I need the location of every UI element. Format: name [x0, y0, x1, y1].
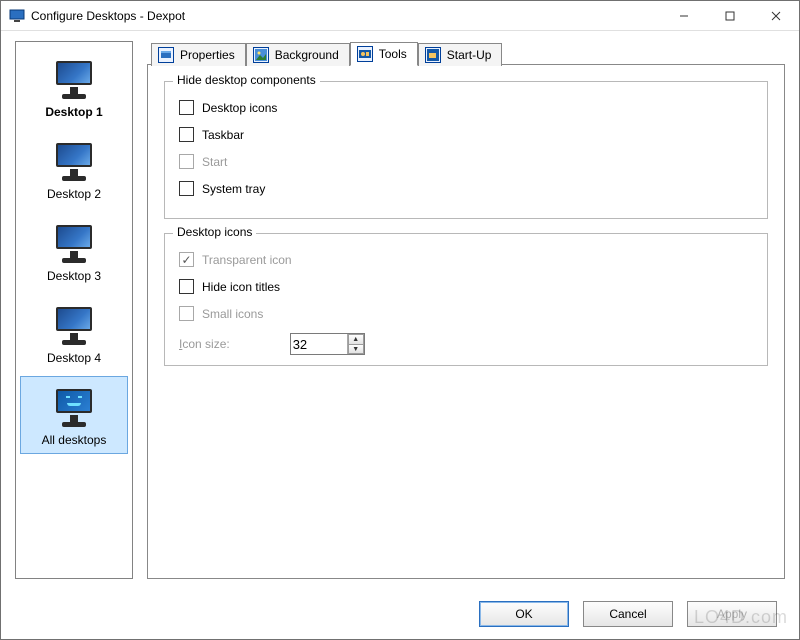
- tab-background[interactable]: Background: [246, 43, 350, 66]
- checkbox-row-start: Start: [179, 154, 753, 169]
- sidebar-item-label: Desktop 4: [47, 351, 101, 365]
- icon-size-label: Icon size:: [179, 337, 230, 351]
- spin-up-button[interactable]: ▲: [348, 334, 364, 344]
- checkbox-label: System tray: [202, 182, 265, 196]
- group-legend: Hide desktop components: [173, 73, 320, 87]
- monitor-icon: [52, 305, 96, 345]
- checkbox-desktop-icons[interactable]: [179, 100, 194, 115]
- tab-label: Start-Up: [447, 48, 492, 62]
- tab-panel-tools: Hide desktop components Desktop icons Ta…: [147, 64, 785, 579]
- content-area: Desktop 1 Desktop 2 Desktop 3 Desktop 4 …: [1, 31, 799, 589]
- sidebar-item-all-desktops[interactable]: All desktops: [20, 376, 128, 454]
- dialog-footer: OK Cancel Apply: [1, 589, 799, 639]
- tab-label: Properties: [180, 48, 235, 62]
- tab-properties[interactable]: Properties: [151, 43, 246, 66]
- spin-down-button[interactable]: ▼: [348, 344, 364, 354]
- apply-button[interactable]: Apply: [687, 601, 777, 627]
- close-button[interactable]: [753, 1, 799, 30]
- button-label: Cancel: [609, 607, 646, 621]
- button-label: Apply: [717, 607, 747, 621]
- monitor-icon: [52, 223, 96, 263]
- checkbox-transparent-icon: [179, 252, 194, 267]
- tools-icon: [357, 46, 373, 62]
- app-icon: [9, 8, 25, 24]
- sidebar-item-label: All desktops: [42, 433, 107, 447]
- tab-label: Background: [275, 48, 339, 62]
- sidebar-item-label: Desktop 2: [47, 187, 101, 201]
- sidebar-item-desktop-1[interactable]: Desktop 1: [20, 48, 128, 126]
- checkbox-system-tray[interactable]: [179, 181, 194, 196]
- sidebar-item-label: Desktop 1: [45, 105, 102, 119]
- icon-size-spinner[interactable]: ▲ ▼: [290, 333, 365, 355]
- ok-button[interactable]: OK: [479, 601, 569, 627]
- icon-size-row: Icon size: ▲ ▼: [179, 333, 753, 355]
- tab-label: Tools: [379, 47, 407, 61]
- monitor-icon: [52, 141, 96, 181]
- desktop-list: Desktop 1 Desktop 2 Desktop 3 Desktop 4 …: [15, 41, 133, 579]
- titlebar: Configure Desktops - Dexpot: [1, 1, 799, 31]
- main-panel: Properties Background Tools Start-Up Hi: [147, 41, 785, 579]
- window: Configure Desktops - Dexpot Desktop 1 De…: [0, 0, 800, 640]
- startup-icon: [425, 47, 441, 63]
- group-hide-components: Hide desktop components Desktop icons Ta…: [164, 81, 768, 219]
- monitor-icon: [52, 59, 96, 99]
- button-label: OK: [515, 607, 532, 621]
- tab-startup[interactable]: Start-Up: [418, 43, 503, 66]
- checkbox-label: Hide icon titles: [202, 280, 280, 294]
- tab-strip: Properties Background Tools Start-Up: [147, 41, 785, 64]
- checkbox-label: Small icons: [202, 307, 263, 321]
- checkbox-start: [179, 154, 194, 169]
- checkbox-taskbar[interactable]: [179, 127, 194, 142]
- sidebar-item-desktop-2[interactable]: Desktop 2: [20, 130, 128, 208]
- checkbox-label: Desktop icons: [202, 101, 277, 115]
- maximize-button[interactable]: [707, 1, 753, 30]
- sidebar-item-desktop-4[interactable]: Desktop 4: [20, 294, 128, 372]
- checkbox-label: Taskbar: [202, 128, 244, 142]
- sidebar-item-label: Desktop 3: [47, 269, 101, 283]
- group-legend: Desktop icons: [173, 225, 256, 239]
- cancel-button[interactable]: Cancel: [583, 601, 673, 627]
- window-controls: [661, 1, 799, 30]
- properties-icon: [158, 47, 174, 63]
- sidebar-item-desktop-3[interactable]: Desktop 3: [20, 212, 128, 290]
- checkbox-row-desktop-icons: Desktop icons: [179, 100, 753, 115]
- monitor-all-icon: [52, 387, 96, 427]
- checkbox-row-transparent-icon: Transparent icon: [179, 252, 753, 267]
- checkbox-row-hide-icon-titles: Hide icon titles: [179, 279, 753, 294]
- icon-size-input[interactable]: [291, 334, 347, 354]
- checkbox-row-system-tray: System tray: [179, 181, 753, 196]
- checkbox-small-icons: [179, 306, 194, 321]
- background-icon: [253, 47, 269, 63]
- checkbox-hide-icon-titles[interactable]: [179, 279, 194, 294]
- checkbox-label: Start: [202, 155, 227, 169]
- checkbox-row-taskbar: Taskbar: [179, 127, 753, 142]
- group-desktop-icons: Desktop icons Transparent icon Hide icon…: [164, 233, 768, 366]
- checkbox-row-small-icons: Small icons: [179, 306, 753, 321]
- window-title: Configure Desktops - Dexpot: [31, 9, 661, 23]
- minimize-button[interactable]: [661, 1, 707, 30]
- checkbox-label: Transparent icon: [202, 253, 292, 267]
- tab-tools[interactable]: Tools: [350, 42, 418, 66]
